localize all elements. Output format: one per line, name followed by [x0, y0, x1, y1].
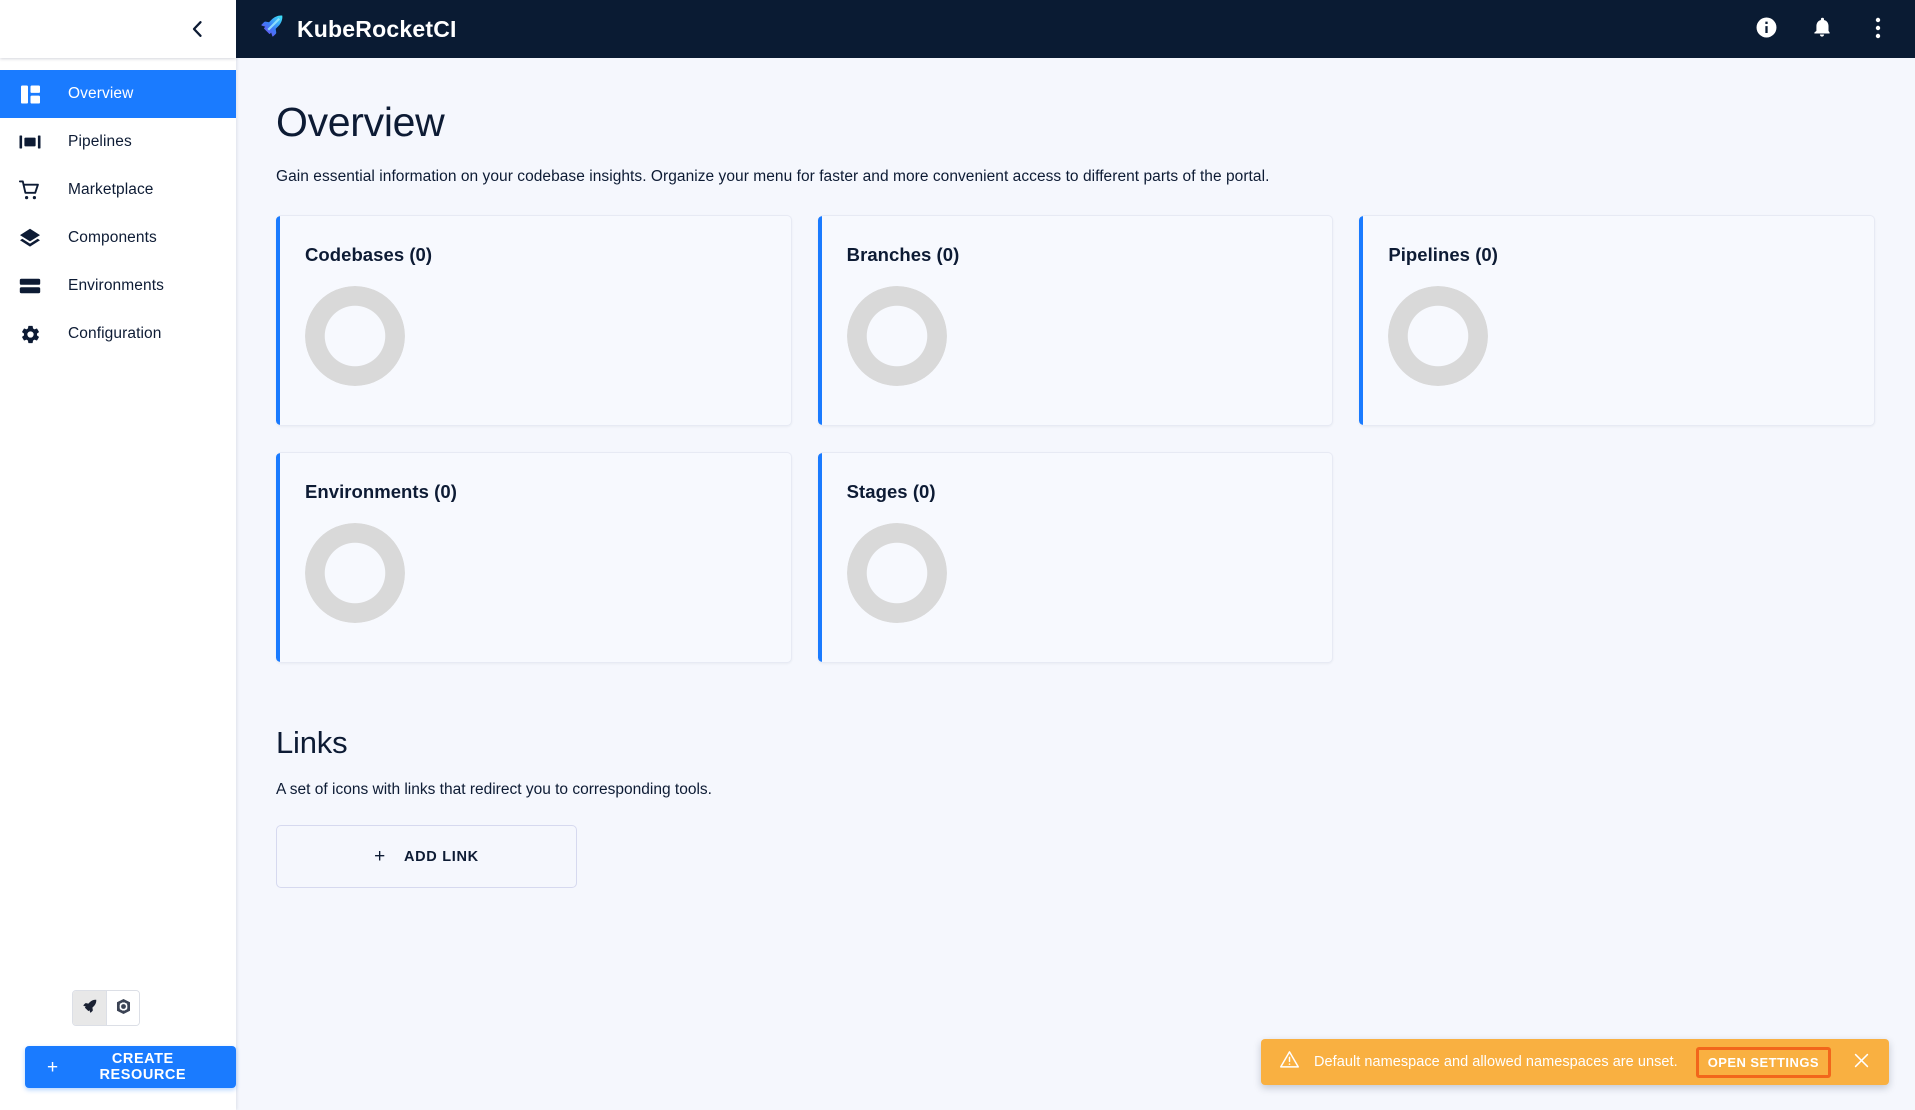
- dashboard-icon: [12, 84, 48, 105]
- stat-card-title: Stages (0): [846, 481, 936, 503]
- stat-card-title: Environments (0): [305, 481, 457, 503]
- topbar-actions: [1751, 14, 1893, 44]
- donut-chart-codebases: [305, 286, 405, 387]
- info-icon: [1755, 16, 1778, 42]
- page-subtitle: Gain essential information on your codeb…: [276, 168, 1270, 186]
- snackbar-close-button[interactable]: [1847, 1048, 1875, 1076]
- sidebar-item-label: Pipelines: [68, 133, 132, 150]
- view-mode-toggle-group: [72, 990, 140, 1026]
- sidebar-item-configuration[interactable]: Configuration: [0, 310, 236, 358]
- cart-icon: [12, 179, 48, 201]
- stat-card-branches[interactable]: Branches (0): [817, 215, 1334, 427]
- kuberocket-rocket-icon: [258, 13, 285, 45]
- warning-snackbar: Default namespace and allowed namespaces…: [1261, 1039, 1889, 1085]
- view-mode-rocket-button[interactable]: [73, 991, 106, 1025]
- sidebar-item-pipelines[interactable]: Pipelines: [0, 118, 236, 166]
- bell-icon: [1811, 16, 1833, 42]
- app-root: Overview Pipelines Marketplace Component…: [0, 0, 1915, 1110]
- open-settings-button[interactable]: OPEN SETTINGS: [1695, 1046, 1831, 1078]
- donut-chart-environments: [305, 523, 405, 624]
- stack-icon: [12, 278, 48, 294]
- sidebar-item-marketplace[interactable]: Marketplace: [0, 166, 236, 214]
- brand[interactable]: KubeRocketCI: [258, 13, 457, 45]
- donut-chart-stages: [846, 523, 947, 624]
- sidebar-item-components[interactable]: Components: [0, 214, 236, 262]
- sidebar-item-label: Configuration: [68, 325, 162, 342]
- more-options-button[interactable]: [1863, 14, 1893, 44]
- create-resource-button[interactable]: + CREATE RESOURCE: [25, 1046, 236, 1088]
- stat-card-title: Pipelines (0): [1388, 244, 1498, 266]
- links-title: Links: [276, 725, 348, 761]
- plus-icon: +: [47, 1056, 59, 1078]
- layers-icon: [12, 228, 48, 248]
- snackbar-message: Default namespace and allowed namespaces…: [1314, 1054, 1678, 1070]
- view-mode-kubernetes-button[interactable]: [106, 991, 139, 1025]
- add-link-button[interactable]: + ADD LINK: [276, 825, 577, 889]
- sidebar-item-overview[interactable]: Overview: [0, 70, 236, 118]
- rocket-icon: [81, 998, 98, 1018]
- sidebar-footer: + CREATE RESOURCE: [0, 990, 236, 1110]
- warning-triangle-icon: [1279, 1049, 1300, 1075]
- donut-chart-branches: [846, 286, 947, 387]
- gear-icon: [12, 324, 48, 345]
- create-resource-label: CREATE RESOURCE: [99, 1051, 187, 1083]
- top-bar: KubeRocketCI: [236, 0, 1915, 58]
- sidebar-item-label: Marketplace: [68, 181, 154, 198]
- page-title: Overview: [276, 99, 445, 145]
- stat-card-stages[interactable]: Stages (0): [817, 452, 1334, 664]
- links-subtitle: A set of icons with links that redirect …: [276, 781, 712, 799]
- sidebar-nav: Overview Pipelines Marketplace Component…: [0, 70, 236, 358]
- stat-card-title: Branches (0): [846, 244, 960, 266]
- stat-cards-grid: Codebases (0) Branches (0) Pipelines (0)…: [276, 215, 1875, 664]
- stat-card-codebases[interactable]: Codebases (0): [276, 215, 792, 427]
- pipelines-icon: [12, 133, 48, 151]
- stat-card-pipelines[interactable]: Pipelines (0): [1359, 215, 1875, 427]
- plus-icon: +: [374, 845, 386, 867]
- brand-name: KubeRocketCI: [297, 15, 457, 42]
- sidebar-item-label: Components: [68, 229, 157, 246]
- sidebar-collapse-button[interactable]: [182, 14, 212, 44]
- close-icon: [1852, 1051, 1871, 1073]
- sidebar-item-label: Environments: [68, 277, 164, 294]
- chevron-left-icon: [191, 20, 204, 38]
- sidebar-header: [0, 0, 236, 58]
- stat-card-title: Codebases (0): [305, 244, 433, 266]
- sidebar: Overview Pipelines Marketplace Component…: [0, 0, 236, 1110]
- info-button[interactable]: [1751, 14, 1781, 44]
- more-vertical-icon: [1875, 17, 1881, 42]
- add-link-label: ADD LINK: [403, 848, 479, 865]
- links-section: Links A set of icons with links that red…: [276, 725, 1875, 889]
- kubernetes-icon: [115, 998, 132, 1018]
- notifications-button[interactable]: [1807, 14, 1837, 44]
- stat-card-environments[interactable]: Environments (0): [276, 452, 792, 664]
- sidebar-item-environments[interactable]: Environments: [0, 262, 236, 310]
- main-content: Overview Gain essential information on y…: [236, 58, 1915, 1110]
- donut-chart-pipelines: [1388, 286, 1489, 387]
- sidebar-item-label: Overview: [68, 85, 134, 102]
